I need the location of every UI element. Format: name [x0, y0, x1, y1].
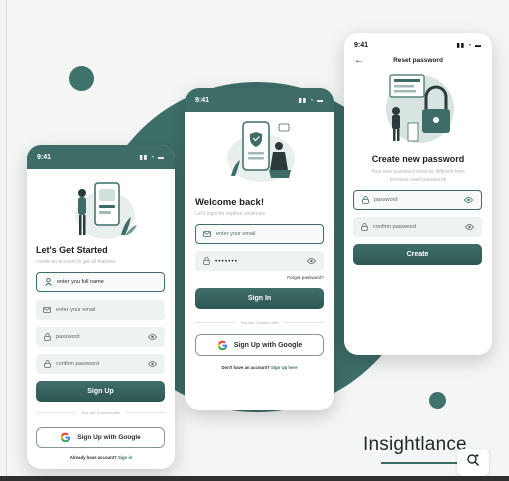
google-signup-button[interactable]: Sign Up with Google: [195, 334, 324, 356]
lock-icon: [202, 257, 210, 265]
status-bar: 9:41 ▮▮ ◔ ▬: [185, 88, 334, 112]
confirm-password-placeholder: confirm password: [56, 361, 100, 367]
decor-dot-top: [69, 66, 94, 91]
new-password-placeholder: password: [374, 197, 398, 203]
page-title: Welcome back!: [195, 197, 264, 208]
page-title: Create new password: [371, 154, 465, 164]
page-subtitle-line2: previous used passwords: [389, 177, 447, 183]
decor-dot-bottom: [429, 392, 446, 409]
sign-in-button[interactable]: Sign In: [195, 288, 324, 309]
confirm-password-field[interactable]: confirm password: [36, 354, 165, 374]
email-placeholder: enter your email: [216, 231, 256, 237]
eye-icon[interactable]: [147, 361, 158, 367]
password-field[interactable]: password: [36, 327, 165, 347]
signal-battery-icon: ▮▮ ◔ ▬: [298, 97, 324, 104]
status-time: 9:41: [195, 96, 210, 104]
connect-divider-label: You can Connect with: [240, 320, 279, 325]
confirm-password-placeholder: confirm password: [373, 224, 417, 230]
eye-icon[interactable]: [306, 258, 317, 264]
connect-divider: You can Connect with: [195, 320, 325, 325]
mail-icon: [43, 306, 51, 314]
password-placeholder: password: [56, 334, 80, 340]
connect-divider-label: You can Connect with: [81, 410, 120, 415]
signup-phone: 9:41 ▮▮ ◔ ▬ Let's Get Started create an …: [27, 145, 175, 469]
signup-prompt: Don't have an account? Sign Up here: [185, 365, 334, 370]
full-name-value: enter you full name: [57, 279, 104, 285]
signal-battery-icon: ▮▮ ◔ ▬: [139, 154, 165, 161]
full-name-field[interactable]: enter you full name: [36, 272, 165, 292]
email-field[interactable]: enter your email: [195, 224, 324, 244]
status-bar: 9:41 ▮▮ ◔ ▬: [27, 145, 175, 169]
signup-link[interactable]: Sign Up here: [271, 365, 298, 370]
connect-divider: You can Connect with: [36, 410, 166, 415]
sign-up-button[interactable]: Sign Up: [36, 381, 165, 402]
lock-icon: [43, 360, 51, 368]
status-time: 9:41: [354, 41, 369, 49]
google-signup-label: Sign Up with Google: [77, 434, 141, 441]
user-icon: [44, 278, 52, 286]
login-phone: 9:41 ▮▮ ◔ ▬ Welcome back! Let's login fo…: [185, 88, 334, 410]
page-subtitle: create an account to get all features: [36, 259, 116, 265]
page-title: Let's Get Started: [36, 245, 108, 255]
confirm-password-field[interactable]: confirm password: [353, 217, 482, 237]
email-field[interactable]: enter your email: [36, 300, 165, 320]
showcase-canvas: 9:41 ▮▮ ◔ ▬ Let's Get Started create an …: [0, 0, 509, 481]
lock-icon: [360, 223, 368, 231]
google-signup-label: Sign Up with Google: [233, 341, 303, 349]
left-edge-line: [6, 0, 7, 476]
status-time: 9:41: [37, 153, 52, 161]
signal-battery-icon: ▮▮ ◔ ▬: [456, 42, 482, 49]
status-bar: 9:41 ▮▮ ◔ ▬: [344, 33, 492, 57]
new-password-field[interactable]: password: [353, 190, 482, 210]
lock-icon: [43, 333, 51, 341]
mail-icon: [203, 230, 211, 238]
signin-link[interactable]: Sign in: [118, 455, 132, 460]
brand-name: Insightlance: [363, 434, 467, 455]
signin-prompt: Already have account? Sign in: [27, 455, 175, 460]
signup-illustration: [65, 175, 139, 245]
email-placeholder: enter your email: [56, 307, 96, 313]
password-value: •••••••: [215, 257, 238, 265]
eye-icon[interactable]: [147, 334, 158, 340]
bottom-bar: [0, 476, 509, 481]
visual-search-button[interactable]: [457, 449, 489, 476]
lock-icon: [361, 196, 369, 204]
eye-icon[interactable]: [463, 197, 474, 203]
google-signup-button[interactable]: Sign Up with Google: [36, 427, 165, 448]
password-field[interactable]: •••••••: [195, 251, 324, 271]
signup-prompt-text: Don't have an account?: [221, 365, 270, 370]
page-subtitle-line1: Your new password must be different from: [371, 169, 465, 175]
image-search-icon: [466, 453, 480, 472]
google-icon: [217, 340, 228, 351]
google-icon: [60, 432, 71, 443]
eye-icon[interactable]: [464, 224, 475, 230]
signin-prompt-text: Already have account?: [69, 455, 117, 460]
forgot-password-link[interactable]: Forgot password?: [287, 275, 324, 280]
login-illustration: [221, 116, 301, 186]
page-subtitle: Let's login for explore continues: [195, 211, 266, 217]
reset-illustration: [374, 69, 464, 145]
screen-header: Reset password: [393, 57, 443, 64]
reset-password-phone: 9:41 ▮▮ ◔ ▬ ← Reset password Create new …: [344, 33, 492, 355]
brand-underline: [381, 462, 465, 464]
create-button[interactable]: Create: [353, 244, 482, 265]
